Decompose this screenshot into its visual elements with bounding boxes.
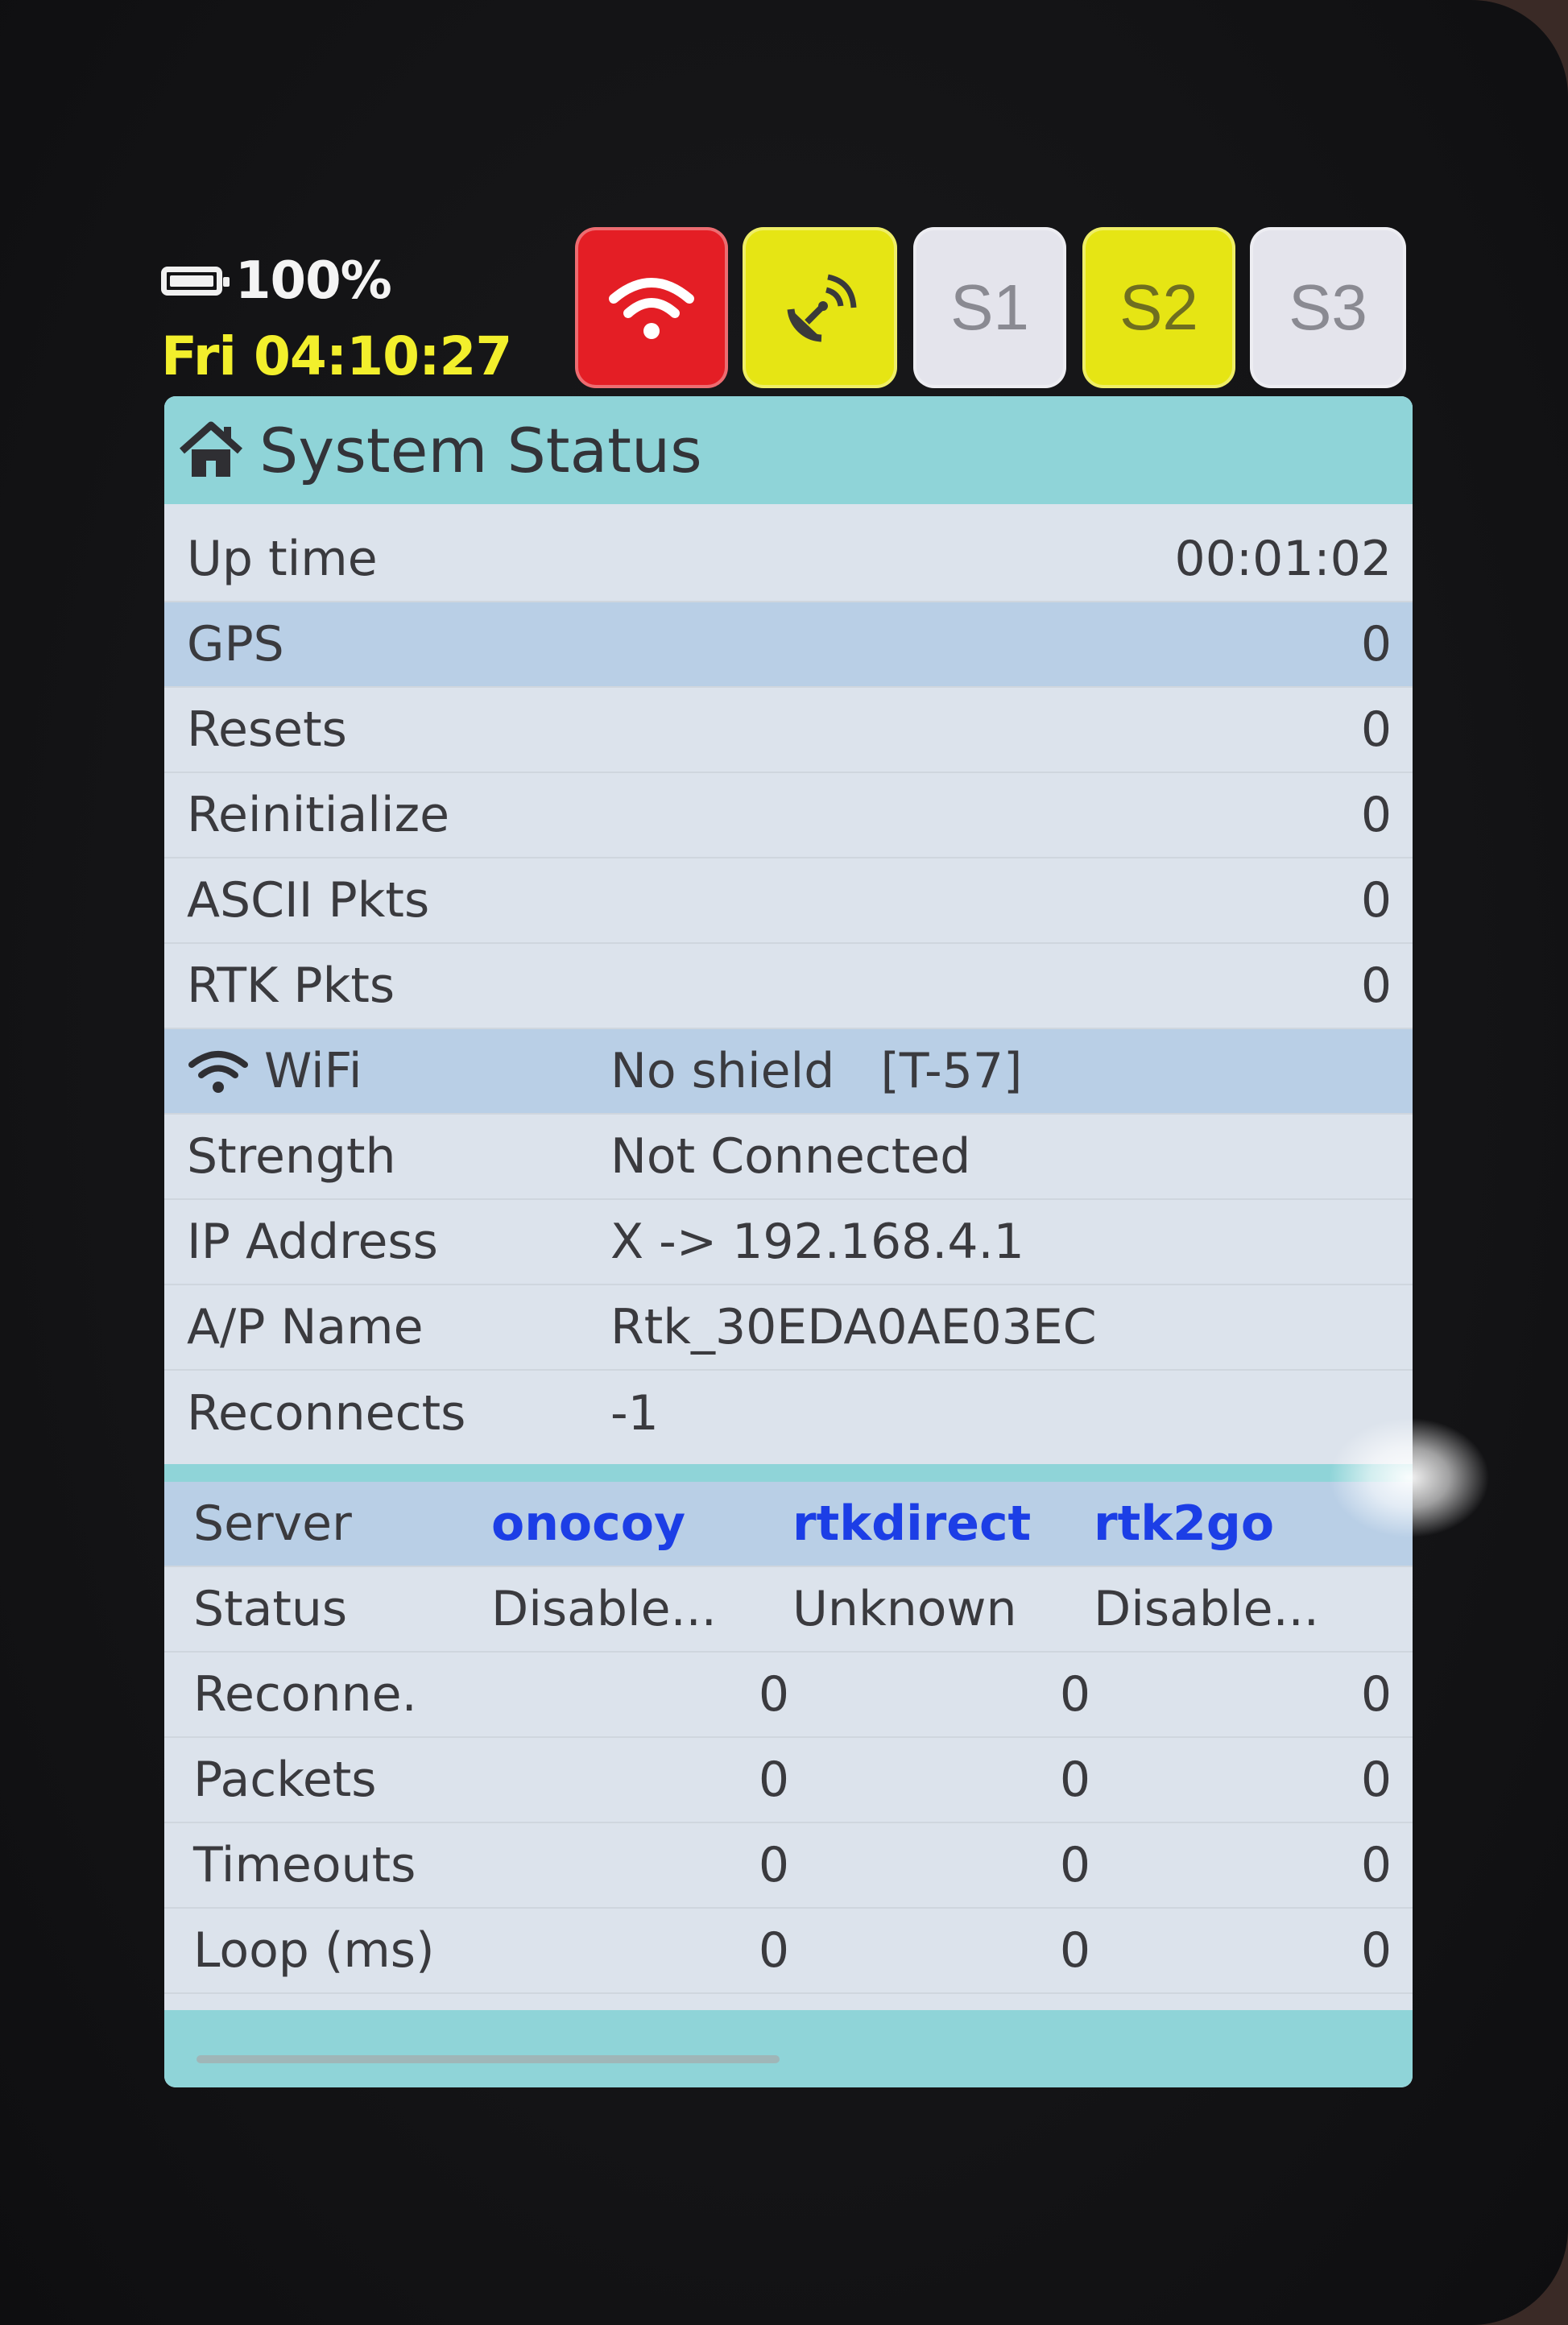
battery-percent: 100% bbox=[235, 251, 392, 311]
row-label: Reinitialize bbox=[187, 787, 449, 843]
server-name-rtkdirect: rtkdirect bbox=[792, 1496, 1032, 1552]
table-row: Timeouts 0 0 0 bbox=[164, 1823, 1413, 1909]
panel-footer bbox=[164, 2010, 1413, 2087]
row-value: 0 bbox=[1360, 701, 1392, 758]
list-item: Reconnects -1 bbox=[164, 1371, 1413, 1456]
list-item: Strength Not Connected bbox=[164, 1115, 1413, 1200]
row-value: Rtk_30EDA0AE03EC bbox=[610, 1299, 1097, 1355]
s2-button[interactable]: S2 bbox=[1082, 227, 1235, 388]
row-label: Loop (ms) bbox=[193, 1922, 435, 1979]
wifi-header-row: WiFi No shield [T-57] bbox=[164, 1029, 1413, 1115]
status-value: Disable... bbox=[491, 1581, 717, 1637]
row-label: Reconne. bbox=[193, 1666, 417, 1723]
row-label: IP Address bbox=[187, 1214, 438, 1270]
status-rows: Up time 00:01:02 GPS 0 Resets 0 Reinitia… bbox=[164, 517, 1413, 1994]
list-item: Resets 0 bbox=[164, 688, 1413, 773]
list-item: RTK Pkts 0 bbox=[164, 944, 1413, 1029]
cell-value: 0 bbox=[1360, 1837, 1392, 1893]
row-label: GPS bbox=[187, 616, 284, 672]
s3-label: S3 bbox=[1289, 271, 1367, 343]
gnss-button[interactable] bbox=[743, 227, 897, 388]
satellite-dish-icon bbox=[787, 274, 857, 342]
s3-button[interactable]: S3 bbox=[1250, 227, 1406, 388]
server-header-row: Server onocoy rtkdirect rtk2go bbox=[164, 1482, 1413, 1567]
row-label: Resets bbox=[187, 701, 347, 758]
wifi-button[interactable] bbox=[575, 227, 728, 388]
battery-indicator: 100% bbox=[161, 251, 392, 311]
row-value: Not Connected bbox=[610, 1128, 971, 1185]
row-value: X -> 192.168.4.1 bbox=[610, 1214, 1024, 1270]
cell-value: 0 bbox=[1059, 1922, 1090, 1979]
wifi-value: No shield [T-57] bbox=[610, 1043, 1023, 1099]
list-item: A/P Name Rtk_30EDA0AE03EC bbox=[164, 1285, 1413, 1371]
list-item: IP Address X -> 192.168.4.1 bbox=[164, 1200, 1413, 1285]
cell-value: 0 bbox=[1360, 1752, 1392, 1808]
row-value: 0 bbox=[1360, 958, 1392, 1014]
clock: Fri 04:10:27 bbox=[161, 325, 512, 387]
server-label: Server bbox=[193, 1496, 352, 1552]
cell-value: 0 bbox=[758, 1752, 789, 1808]
row-label: ASCII Pkts bbox=[187, 872, 430, 929]
cell-value: 0 bbox=[1059, 1752, 1090, 1808]
row-label: Up time bbox=[187, 531, 378, 587]
wifi-label: WiFi bbox=[264, 1043, 362, 1099]
screen-glare bbox=[1329, 1417, 1490, 1538]
row-label: Strength bbox=[187, 1128, 396, 1185]
row-value: 0 bbox=[1360, 616, 1392, 672]
panel-title: System Status bbox=[259, 414, 702, 486]
cell-value: 0 bbox=[1360, 1922, 1392, 1979]
cell-value: 0 bbox=[758, 1666, 789, 1723]
cell-value: 0 bbox=[1059, 1666, 1090, 1723]
horizontal-scrollbar[interactable] bbox=[197, 2055, 780, 2063]
cell-value: 0 bbox=[758, 1837, 789, 1893]
row-value: 0 bbox=[1360, 872, 1392, 929]
list-item: ASCII Pkts 0 bbox=[164, 858, 1413, 944]
row-value: -1 bbox=[610, 1385, 659, 1442]
wifi-icon bbox=[609, 278, 694, 339]
battery-icon bbox=[161, 267, 230, 296]
table-row: Packets 0 0 0 bbox=[164, 1738, 1413, 1823]
cell-value: 0 bbox=[1360, 1666, 1392, 1723]
device-screen: 100% Fri 04:10:27 S1 S2 S3 System Status… bbox=[0, 0, 1568, 2325]
panel-title-bar: System Status bbox=[164, 396, 1413, 504]
home-icon bbox=[180, 421, 242, 477]
wifi-icon bbox=[188, 1051, 248, 1093]
row-label: Reconnects bbox=[187, 1385, 466, 1442]
row-value: 0 bbox=[1360, 787, 1392, 843]
system-status-panel: System Status Up time 00:01:02 GPS 0 Res… bbox=[164, 396, 1413, 2087]
cell-value: 0 bbox=[1059, 1837, 1090, 1893]
s1-label: S1 bbox=[950, 271, 1029, 343]
row-label: RTK Pkts bbox=[187, 958, 395, 1014]
s2-label: S2 bbox=[1119, 271, 1198, 343]
cell-value: 0 bbox=[758, 1922, 789, 1979]
list-item: GPS 0 bbox=[164, 602, 1413, 688]
row-value: 00:01:02 bbox=[1174, 531, 1392, 587]
list-item: Reinitialize 0 bbox=[164, 773, 1413, 858]
list-item: Up time 00:01:02 bbox=[164, 517, 1413, 602]
section-divider bbox=[164, 1464, 1413, 1482]
row-label: Timeouts bbox=[193, 1837, 416, 1893]
row-label: A/P Name bbox=[187, 1299, 424, 1355]
s1-button[interactable]: S1 bbox=[913, 227, 1066, 388]
server-status-row: Status Disable... Unknown Disable... bbox=[164, 1567, 1413, 1653]
status-value: Disable... bbox=[1094, 1581, 1319, 1637]
server-name-onocoy: onocoy bbox=[491, 1496, 686, 1552]
row-label: Status bbox=[193, 1581, 348, 1637]
status-value: Unknown bbox=[792, 1581, 1017, 1637]
table-row: Loop (ms) 0 0 0 bbox=[164, 1909, 1413, 1994]
row-label: Packets bbox=[193, 1752, 377, 1808]
table-row: Reconne. 0 0 0 bbox=[164, 1653, 1413, 1738]
